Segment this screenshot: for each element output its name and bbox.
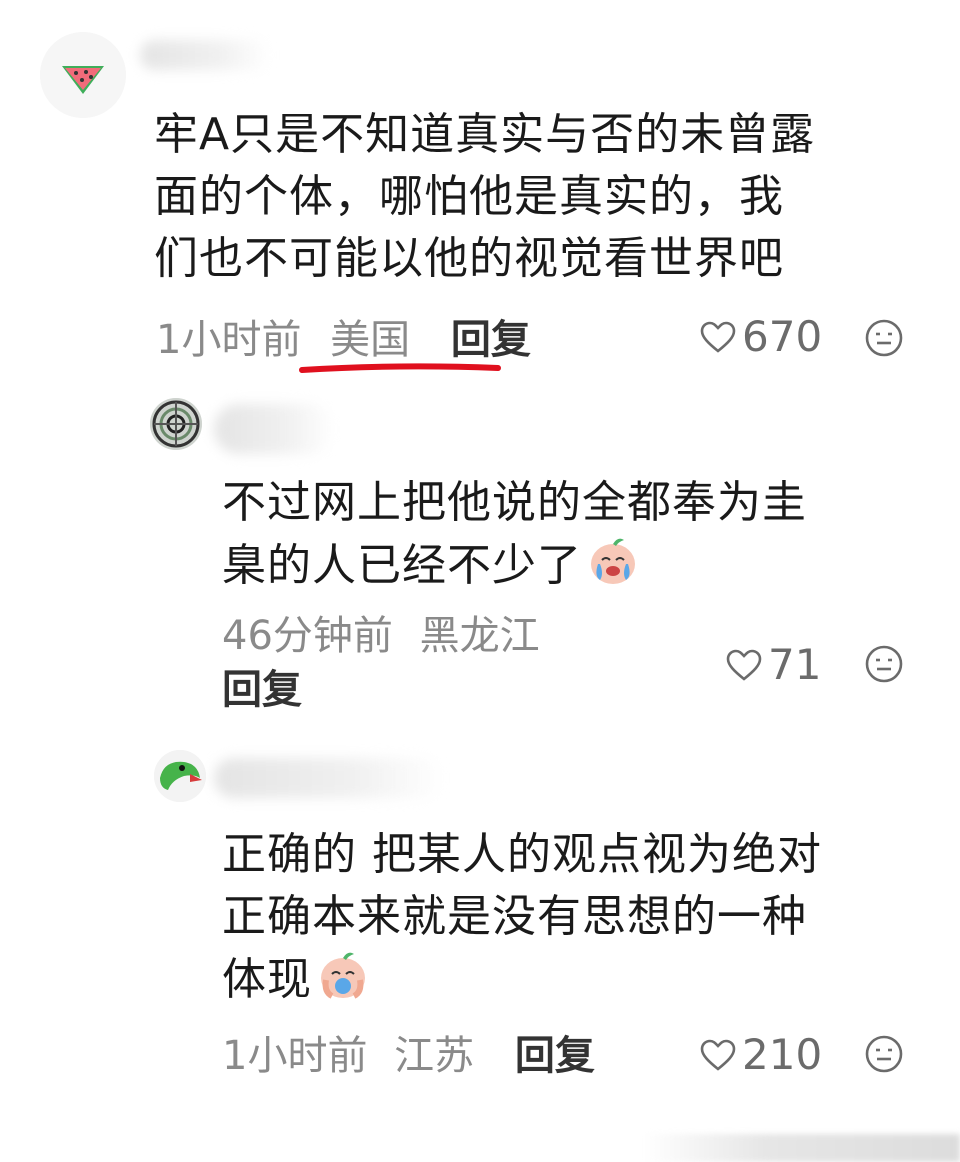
reaction-face-icon[interactable] [864,644,904,684]
like-button[interactable]: 670 [700,312,822,361]
reply-location: 江苏 [394,1033,475,1079]
avatar[interactable] [154,750,206,802]
like-count: 210 [742,1030,823,1079]
reply-meta: 1小时前 江苏 回复 [222,1034,595,1078]
like-button[interactable]: 210 [700,1030,822,1079]
heart-icon [700,321,736,353]
reply-button[interactable]: 回复 [451,318,531,362]
like-button[interactable]: 71 [726,640,821,689]
reply-text: 正确的 把某人的观点视为绝对 正确本来就是没有思想的一种 体现 [222,824,912,1011]
reaction-face-icon[interactable] [864,1034,904,1074]
avatar[interactable] [40,32,126,118]
green-bird-avatar [154,750,206,802]
crying-face-emoji [591,538,635,584]
watermark-blurred [640,1134,960,1162]
reply-meta: 46分钟前 黑龙江 [222,614,540,658]
comment-meta: 1小时前 美国 回复 [156,318,531,362]
username-blurred[interactable] [214,404,334,454]
reply-text-content: 正确的 把某人的观点视为绝对 正确本来就是没有思想的一种 体现 [222,829,822,1005]
username-blurred[interactable] [140,40,270,70]
reply-time: 1小时前 [222,1033,368,1079]
comment-text: 牢A只是不知道真实与否的未曾露 面的个体，哪怕他是真实的，我 们也不可能以他的视… [154,109,816,284]
watermelon-icon [40,32,126,118]
reply-time: 46分钟前 [222,613,393,659]
pattern-avatar [150,398,202,450]
comment-location: 美国 [330,317,411,363]
like-count: 71 [768,640,822,689]
comment-time: 1小时前 [156,317,302,363]
reaction-face-icon[interactable] [864,318,904,358]
reply-text-content: 不过网上把他说的全都奉为圭 臬的人已经不少了 [222,477,807,591]
heart-icon [700,1039,736,1071]
reply-button[interactable]: 回复 [222,668,302,712]
heart-icon [726,649,762,681]
reply-location: 黑龙江 [419,613,540,659]
reply-text: 不过网上把他说的全都奉为圭 臬的人已经不少了 [222,472,912,597]
like-count: 670 [742,312,823,361]
red-underline-annotation [299,363,501,373]
username-blurred[interactable] [214,758,444,798]
avatar[interactable] [150,398,202,450]
reply-button[interactable]: 回复 [515,1034,595,1078]
crying-face-emoji [321,952,365,999]
